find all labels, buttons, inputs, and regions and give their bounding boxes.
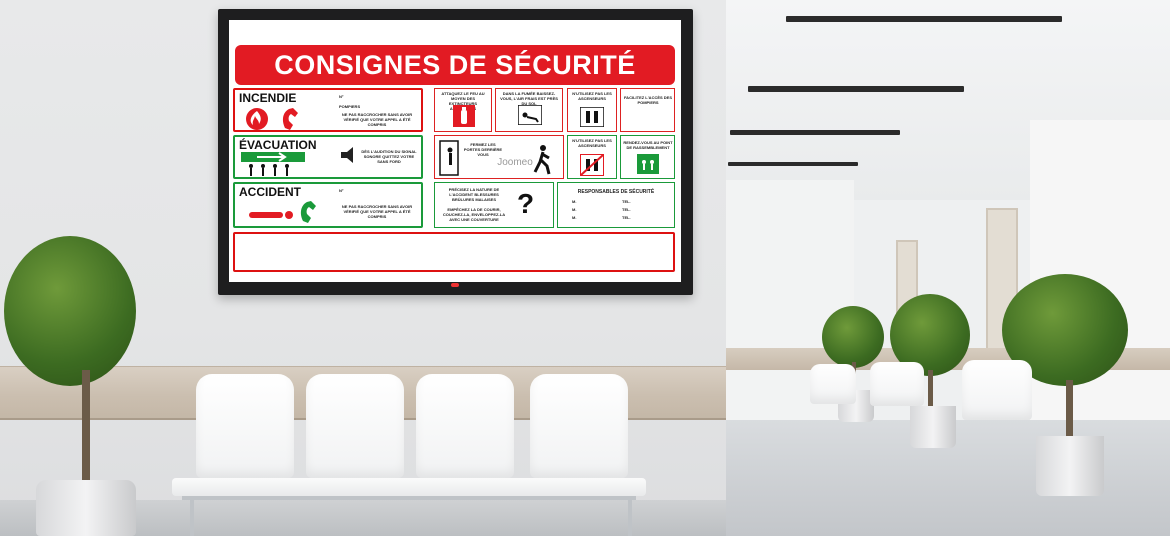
tel-label: TEL. (622, 215, 631, 220)
evacuation-assembly-cell: RENDEZ-VOUS AU POINT DE RASSEMBLEMENT (620, 135, 675, 179)
bench-leg (628, 496, 632, 536)
incendie-smoke-cell: DANS LA FUMÉE BAISSEZ-VOUS, L'AIR FRAIS … (495, 88, 563, 132)
corridor-chair (810, 364, 856, 404)
watermark: Joomeo (497, 157, 533, 168)
incendie-cell4-text: FACILITEZ L'ACCÈS DES POMPIERS (623, 95, 673, 105)
accident-mid2-text: EMPÊCHEZ LA DE COURIR, COUCHEZ-LA, ENVEL… (442, 207, 506, 222)
evacuation-cell4-text: RENDEZ-VOUS AU POINT DE RASSEMBLEMENT (623, 140, 673, 150)
tel-label: TEL. (622, 207, 631, 212)
responsables-title: RESPONSABLES DE SÉCURITÉ (577, 189, 655, 195)
incendie-section: INCENDIE N° POMPIERS NE PAS RACCROCHER S… (233, 88, 423, 132)
plant-foliage (4, 236, 136, 386)
evacuation-instruction: DÈS L'AUDITION DU SIGNAL SONORE QUITTEZ … (361, 149, 417, 164)
sign-title: CONSIGNES DE SÉCURITÉ (235, 45, 675, 85)
mr-label: M. (572, 215, 577, 220)
corridor-plant-pot (1036, 436, 1104, 496)
door-person-icon (439, 140, 459, 176)
accident-section: ACCIDENT N° NE PAS RACCROCHER SANS AVOIR… (233, 182, 423, 228)
mr-label: M. (572, 199, 577, 204)
ceiling-light (728, 162, 858, 166)
incendie-heading: INCENDIE (239, 91, 297, 105)
corridor-plant-foliage (822, 306, 884, 368)
corridor-plant-trunk (1066, 380, 1073, 438)
incendie-number-label: N° (339, 94, 344, 99)
corridor-chair (962, 360, 1032, 420)
evacuation-elevator-cell: N'UTILISEZ PAS LES ASCENSEURS (567, 135, 617, 179)
ceiling-light (730, 130, 900, 135)
accident-number-label: N° (339, 188, 344, 193)
evacuation-section: ÉVACUATION DÈS L'AUDITION DU SIGNAL SONO… (233, 135, 423, 179)
question-mark-icon: ? (517, 188, 535, 219)
responsables-cell: RESPONSABLES DE SÉCURITÉ M. TEL. M. TEL.… (557, 182, 675, 228)
pompiers-label: POMPIERS (339, 104, 361, 109)
waiting-chair (416, 374, 514, 478)
injured-phone-icon (249, 201, 316, 223)
incendie-firefighters-cell: FACILITEZ L'ACCÈS DES POMPIERS (620, 88, 675, 132)
evacuation-exit-icon (241, 152, 305, 176)
corridor-plant-pot (910, 406, 956, 448)
waiting-chair (530, 374, 628, 478)
evacuation-heading: ÉVACUATION (239, 138, 317, 152)
accident-details-cell: PRÉCISEZ LA NATURE DE L'ACCIDENT BLESSUR… (434, 182, 554, 228)
accident-mid-text: PRÉCISEZ LA NATURE DE L'ACCIDENT BLESSUR… (448, 187, 500, 202)
incendie-extinguisher-cell: ATTAQUEZ LE FEU AU MOYEN DES EXTINCTEURS… (434, 88, 492, 132)
fire-phone-icon (246, 108, 298, 130)
plant-pot (36, 480, 136, 536)
tv-screen: CONSIGNES DE SÉCURITÉ INCENDIE N° POMPIE… (229, 20, 681, 282)
bench-seats (172, 478, 646, 496)
accident-instruction: NE PAS RACCROCHER SANS AVOIR VÉRIFIÉ QUE… (341, 204, 413, 219)
extinguisher-icon (453, 105, 475, 127)
tv-power-led (451, 283, 459, 287)
alarm-speaker-icon (341, 147, 353, 163)
bench-frame (182, 496, 636, 500)
accident-heading: ACCIDENT (239, 185, 301, 199)
incendie-cell2-text: DANS LA FUMÉE BAISSEZ-VOUS, L'AIR FRAIS … (500, 91, 558, 106)
waiting-chair (306, 374, 404, 478)
tel-label: TEL. (622, 199, 631, 204)
crawl-smoke-icon (518, 105, 542, 125)
no-elevator-icon (580, 107, 604, 127)
waiting-chair (196, 374, 294, 478)
bench-leg (190, 496, 194, 536)
incendie-instruction: NE PAS RACCROCHER SANS AVOIR VÉRIFIÉ QUE… (341, 112, 413, 127)
evacuation-cell3-text: N'UTILISEZ PAS LES ASCENSEURS (572, 138, 612, 148)
ceiling-light (748, 86, 964, 92)
corridor-plant-trunk (928, 370, 933, 410)
plant-trunk (82, 370, 90, 482)
empty-notes-box (233, 232, 675, 272)
incendie-cell3-text: N'UTILISEZ PAS LES ASCENSEURS (572, 91, 612, 101)
evacuation-doors-cell: FERMEZ LES PORTES DERRIÈRE VOUS Joomeo (434, 135, 564, 179)
mr-label: M. (572, 207, 577, 212)
assembly-point-icon (637, 154, 659, 174)
ceiling-light (786, 16, 1062, 22)
lobby-scene: CONSIGNES DE SÉCURITÉ INCENDIE N° POMPIE… (0, 0, 1170, 536)
incendie-elevator-cell: N'UTILISEZ PAS LES ASCENSEURS (567, 88, 617, 132)
no-elevator-red-icon (580, 154, 604, 176)
corridor-chair (870, 362, 924, 406)
evacuation-cell2-text: FERMEZ LES PORTES DERRIÈRE VOUS (463, 142, 503, 157)
